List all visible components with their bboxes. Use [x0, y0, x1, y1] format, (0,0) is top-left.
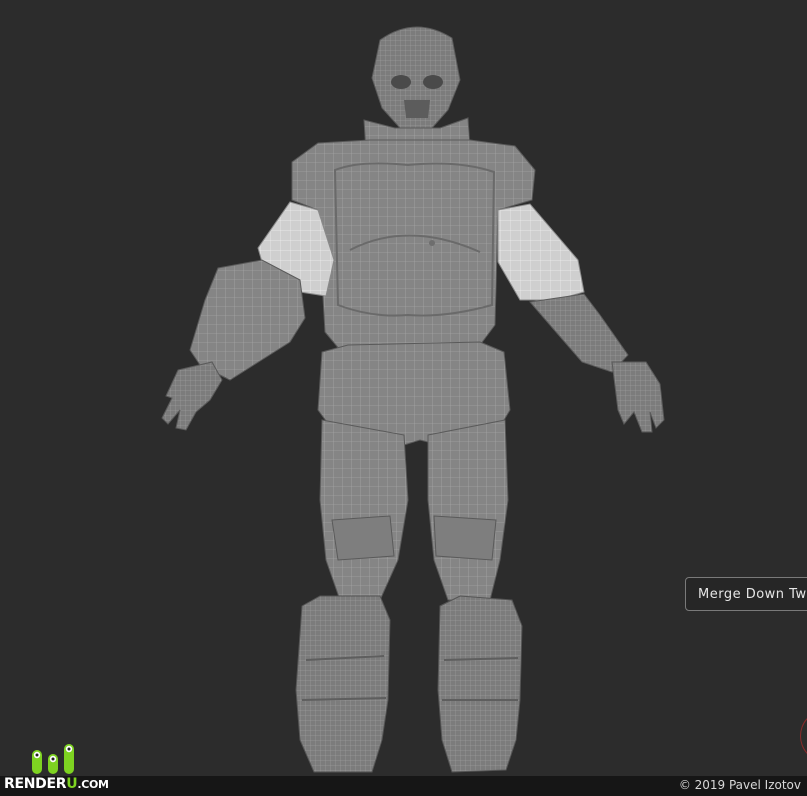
hand-right [611, 361, 665, 433]
copyright-text: © 2019 Pavel Izotov [678, 778, 801, 792]
renderu-logo-icon [32, 744, 74, 774]
tooltip-merge-down: Merge Down Tw [685, 577, 807, 611]
forearm-left [189, 259, 306, 381]
forearm-right [529, 293, 629, 373]
character-mesh [161, 26, 665, 773]
head-mesh [363, 26, 471, 153]
3d-viewport[interactable] [0, 0, 807, 776]
boot-left [295, 595, 391, 773]
leg-right [427, 419, 509, 601]
upper-arm-right [497, 203, 585, 301]
hand-left [161, 361, 223, 431]
renderu-logo-text: RENDERU.COM [4, 776, 109, 792]
boot-right [437, 595, 523, 773]
leg-left [319, 419, 409, 601]
